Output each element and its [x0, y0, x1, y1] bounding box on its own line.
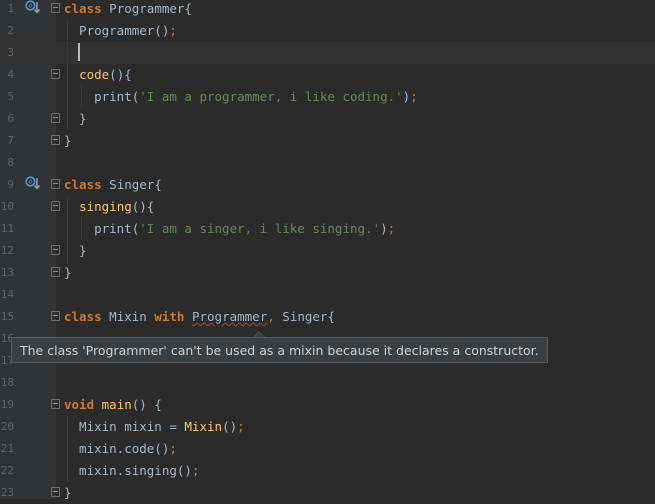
svg-text:0: 0 — [29, 3, 33, 10]
indent-guide — [67, 417, 68, 483]
fold-marker-icon[interactable] — [51, 267, 60, 277]
fold-marker-icon[interactable] — [51, 69, 60, 79]
code-editor[interactable]: 1 0 class Programmer{2 Programmer(); 3 4 cod… — [0, 0, 655, 500]
indent-guide — [67, 197, 68, 263]
code-line[interactable]: 9 0 class Singer{ — [0, 174, 655, 196]
code-text: mixin.singing(); — [64, 463, 200, 478]
code-line[interactable]: 19 void main() { — [0, 394, 655, 416]
code-text: code(){ — [79, 67, 132, 82]
fold-marker-icon[interactable] — [51, 201, 60, 211]
code-line[interactable]: 21 mixin.code(); — [0, 438, 655, 460]
code-text: singing(){ — [79, 199, 155, 214]
fold-marker-icon[interactable] — [51, 113, 60, 123]
line-number: 7 — [7, 134, 14, 147]
code-line[interactable]: 18 — [0, 372, 655, 394]
line-number: 12 — [0, 244, 14, 257]
code-line[interactable]: 8 — [0, 152, 655, 174]
code-line[interactable]: 1 0 class Programmer{ — [0, 0, 655, 20]
code-line[interactable]: 6 } — [0, 108, 655, 130]
code-line[interactable]: 2 Programmer(); — [0, 20, 655, 42]
code-line[interactable]: 15 class Mixin with Programmer, Singer{ — [0, 306, 655, 328]
code-text: Programmer(); — [64, 23, 177, 38]
code-line[interactable]: 20 Mixin mixin = Mixin(); — [0, 416, 655, 438]
override-down-arrow-icon[interactable]: 0 — [25, 0, 41, 14]
code-line[interactable]: 22 mixin.singing(); — [0, 460, 655, 482]
line-number: 4 — [7, 68, 14, 81]
line-number: 3 — [7, 46, 14, 59]
line-number: 1 — [7, 2, 14, 15]
line-number: 10 — [0, 200, 14, 213]
code-text: class Singer{ — [64, 177, 162, 192]
fold-marker-icon[interactable] — [51, 3, 60, 13]
code-text: } — [64, 485, 72, 500]
fold-marker-icon[interactable] — [51, 487, 60, 497]
code-line[interactable]: 5 print('I am a programmer, i like codin… — [0, 86, 655, 108]
code-line[interactable]: 11 print('I am a singer, i like singing.… — [0, 218, 655, 240]
line-number: 6 — [7, 112, 14, 125]
code-text: } — [64, 265, 72, 280]
line-number: 15 — [0, 310, 14, 323]
code-text: print('I am a singer, i like singing.'); — [64, 221, 396, 236]
fold-marker-icon[interactable] — [51, 311, 60, 321]
line-number: 9 — [7, 178, 14, 191]
code-line[interactable]: 4 code(){ — [0, 64, 655, 86]
error-tooltip-message: The class 'Programmer' can't be used as … — [20, 343, 539, 358]
code-line[interactable]: 3 — [0, 42, 655, 64]
line-number: 13 — [0, 266, 14, 279]
code-text: print('I am a programmer, i like coding.… — [64, 89, 418, 104]
text-caret — [78, 43, 80, 61]
override-down-arrow-icon[interactable]: 0 — [25, 176, 41, 190]
line-number: 2 — [7, 24, 14, 37]
code-line[interactable]: 14 — [0, 284, 655, 306]
line-number: 22 — [0, 464, 14, 477]
code-text: mixin.code(); — [64, 441, 177, 456]
code-text: class Programmer{ — [64, 1, 192, 16]
line-number: 11 — [0, 222, 14, 235]
code-line[interactable]: 23} — [0, 482, 655, 504]
fold-marker-icon[interactable] — [51, 135, 60, 145]
indent-guide — [81, 85, 82, 107]
line-number: 20 — [0, 420, 14, 433]
line-number: 5 — [7, 90, 14, 103]
fold-marker-icon[interactable] — [51, 245, 60, 255]
code-text: } — [64, 133, 72, 148]
svg-text:0: 0 — [29, 179, 33, 186]
line-number: 14 — [0, 288, 14, 301]
fold-marker-icon[interactable] — [51, 179, 60, 189]
error-tooltip: The class 'Programmer' can't be used as … — [11, 337, 548, 363]
fold-marker-icon[interactable] — [51, 399, 60, 409]
indent-guide — [81, 217, 82, 239]
code-text: Mixin mixin = Mixin(); — [64, 419, 245, 434]
code-line[interactable]: 13} — [0, 262, 655, 284]
line-number: 19 — [0, 398, 14, 411]
code-text: class Mixin with Programmer, Singer{ — [64, 309, 335, 324]
code-line[interactable]: 12 } — [0, 240, 655, 262]
line-number: 8 — [7, 156, 14, 169]
indent-guide — [67, 19, 68, 129]
code-line[interactable]: 10 singing(){ — [0, 196, 655, 218]
line-number: 18 — [0, 376, 14, 389]
line-number: 23 — [0, 486, 14, 499]
line-number: 21 — [0, 442, 14, 455]
code-text: void main() { — [64, 397, 162, 412]
code-line[interactable]: 7} — [0, 130, 655, 152]
